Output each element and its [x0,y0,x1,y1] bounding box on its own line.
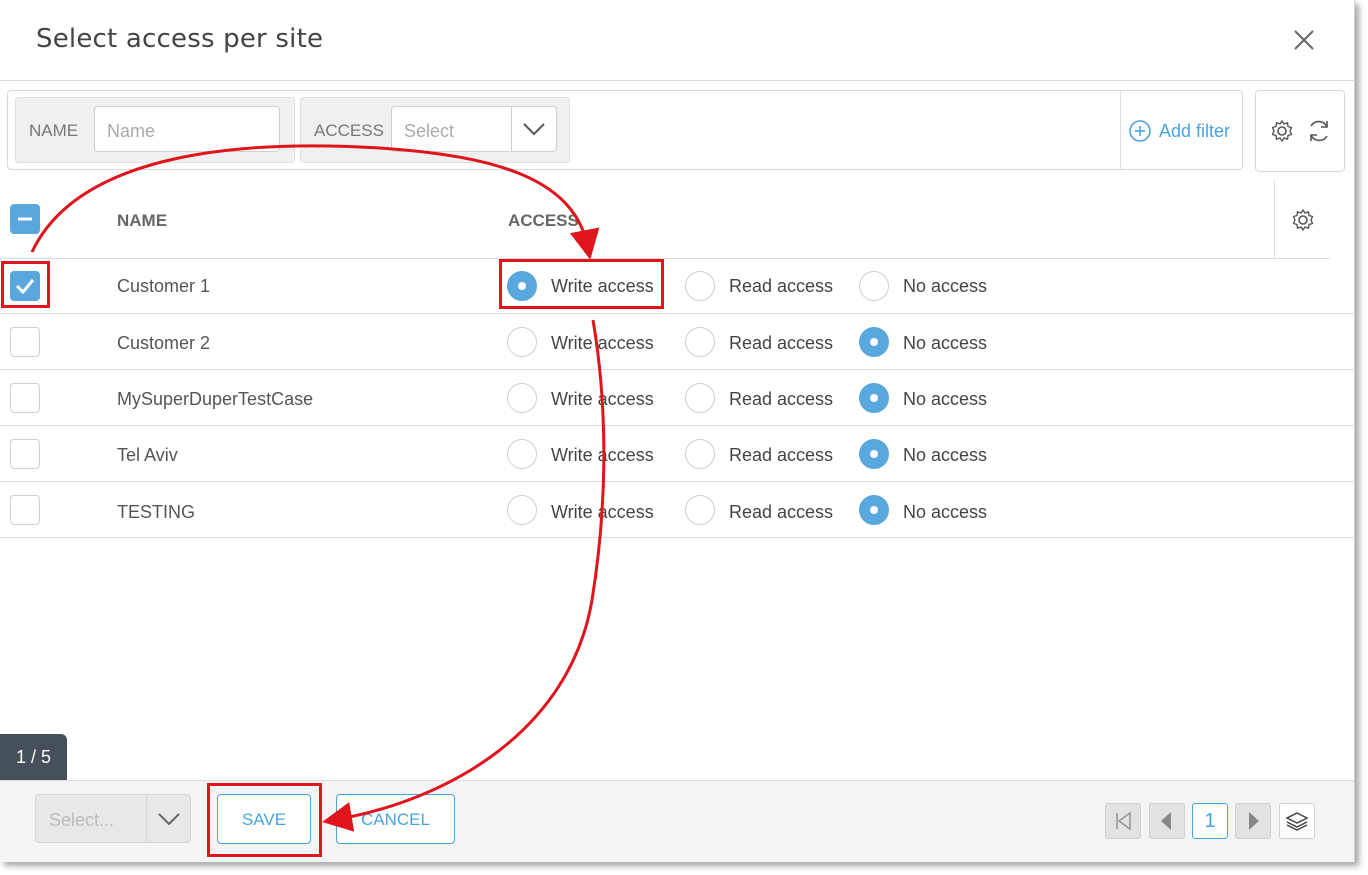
table-row[interactable]: TESTING Write access Read access No acce… [0,481,1354,538]
no-access-radio[interactable] [859,271,889,301]
site-name: TESTING [117,502,196,522]
chevron-right-icon [1249,812,1259,830]
access-filter-label: ACCESS [314,121,384,140]
add-filter-button[interactable]: Add filter [1120,91,1243,169]
chevron-down-icon[interactable] [511,107,556,151]
row-checkbox[interactable] [10,383,40,413]
column-settings [1274,180,1331,258]
site-name: MySuperDuperTestCase [117,389,314,409]
no-access-radio[interactable] [859,495,889,525]
write-access-label: Write access [551,333,654,353]
minus-icon [18,217,32,221]
layers-button[interactable] [1279,803,1315,839]
write-access-label: Write access [551,276,654,296]
table-header: NAME ACCESS [0,180,1354,258]
read-access-label: Read access [729,445,834,465]
write-access-radio[interactable] [507,327,537,357]
row-checkbox[interactable] [10,439,40,469]
filter-tools [1255,90,1345,172]
no-access-radio[interactable] [859,439,889,469]
title-divider [0,80,1354,81]
first-page-icon [1116,811,1131,831]
dialog-title: Select access per site [36,24,324,54]
read-access-label: Read access [729,502,834,522]
no-access-label: No access [903,445,988,465]
current-page[interactable]: 1 [1192,803,1228,839]
write-access-radio[interactable] [507,439,537,469]
read-access-radio[interactable] [685,327,715,357]
read-access-radio[interactable] [685,383,715,413]
next-page-button[interactable] [1235,803,1271,839]
save-button[interactable]: SAVE [217,794,311,844]
write-access-label: Write access [551,445,654,465]
read-access-label: Read access [729,276,834,296]
name-filter: NAME Name [15,97,295,163]
bulk-action-select[interactable]: Select... [35,794,191,843]
name-filter-label: NAME [29,121,79,140]
gear-icon[interactable] [1291,208,1315,232]
refresh-icon[interactable] [1306,118,1332,144]
access-filter: ACCESS Select [300,97,570,163]
first-page-button[interactable] [1105,803,1141,839]
table-row[interactable]: Customer 2 Write access Read access No a… [0,313,1354,370]
no-access-label: No access [903,333,988,353]
access-filter-select-text: Select [404,121,455,141]
site-name: Customer 1 [117,276,211,296]
chevron-down-icon[interactable] [146,795,191,842]
chevron-left-icon [1161,812,1171,830]
read-access-label: Read access [729,333,834,353]
name-filter-input[interactable]: Name [94,106,280,152]
no-access-radio[interactable] [859,327,889,357]
select-access-dialog: Select access per site NAME Name ACCESS … [0,0,1355,862]
row-checkbox[interactable] [10,271,40,301]
write-access-radio[interactable] [507,271,537,301]
write-access-radio[interactable] [507,495,537,525]
read-access-radio[interactable] [685,495,715,525]
no-access-label: No access [903,502,988,522]
close-icon[interactable] [1290,26,1318,54]
selection-counter: 1 / 5 [0,734,67,780]
table-row[interactable]: Tel Aviv Write access Read access No acc… [0,425,1354,482]
dialog-footer: Select... SAVE CANCEL 1 [0,780,1354,862]
row-checkbox[interactable] [10,495,40,525]
layers-icon [1285,812,1309,831]
column-header-access[interactable]: ACCESS [508,211,579,231]
select-all-checkbox[interactable] [10,204,40,234]
table-row[interactable]: MySuperDuperTestCase Write access Read a… [0,369,1354,426]
bulk-action-select-text: Select... [49,810,115,830]
site-name: Tel Aviv [117,445,178,465]
write-access-label: Write access [551,502,654,522]
site-name: Customer 2 [117,333,211,353]
table-bottom-divider [0,537,1354,538]
write-access-label: Write access [551,389,654,409]
read-access-radio[interactable] [685,271,715,301]
write-access-radio[interactable] [507,383,537,413]
no-access-radio[interactable] [859,383,889,413]
table-row[interactable]: Customer 1 Write access Read access No a… [0,258,1330,315]
check-icon [15,279,35,295]
no-access-label: No access [903,276,988,296]
row-checkbox[interactable] [10,327,40,357]
read-access-radio[interactable] [685,439,715,469]
column-header-name[interactable]: NAME [117,211,167,231]
prev-page-button[interactable] [1149,803,1185,839]
plus-circle-icon [1129,120,1151,142]
filter-bar: NAME Name ACCESS Select Add filter [7,90,1243,170]
no-access-label: No access [903,389,988,409]
add-filter-label: Add filter [1159,121,1231,141]
read-access-label: Read access [729,389,834,409]
cancel-button[interactable]: CANCEL [336,794,455,844]
access-filter-select[interactable]: Select [391,106,557,152]
gear-icon[interactable] [1270,119,1294,143]
